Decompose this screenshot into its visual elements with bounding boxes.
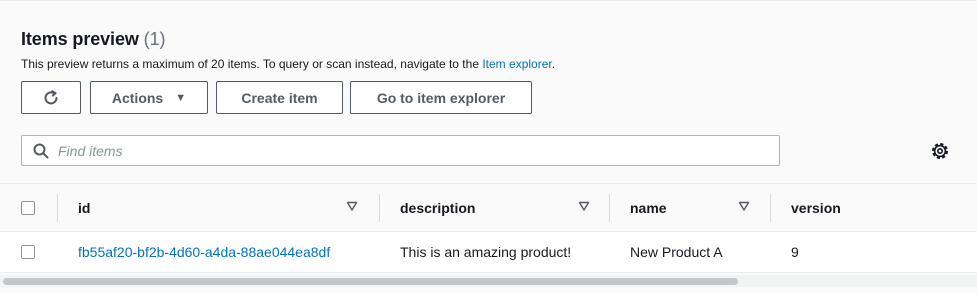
gear-icon[interactable] — [930, 141, 950, 161]
items-preview-header: Items preview (1) — [21, 29, 165, 50]
column-header-version[interactable]: version — [791, 184, 841, 231]
cell-name: New Product A — [630, 244, 723, 260]
horizontal-scrollbar[interactable] — [0, 275, 977, 287]
search-icon — [33, 143, 49, 158]
select-all-checkbox[interactable] — [21, 200, 35, 215]
search-input[interactable] — [58, 142, 738, 159]
scrollbar-thumb[interactable] — [3, 278, 738, 285]
column-divider — [379, 194, 380, 222]
item-id-link[interactable]: fb55af20-bf2b-4d60-a4da-88ae044ea8df — [78, 244, 330, 260]
page-title: Items preview (1) — [21, 29, 165, 49]
cell-description: This is an amazing product! — [400, 244, 572, 260]
description-text: This preview returns a maximum of 20 ite… — [21, 57, 479, 71]
column-header-name[interactable]: name — [630, 184, 667, 231]
table-header-row: id description name version — [0, 183, 977, 232]
refresh-icon — [44, 89, 58, 104]
cell-id: fb55af20-bf2b-4d60-a4da-88ae044ea8df — [78, 232, 330, 272]
search-box — [21, 135, 780, 166]
actions-label: Actions — [111, 89, 164, 106]
title-text: Items preview — [21, 29, 139, 49]
sort-triangle-icon[interactable] — [578, 200, 590, 212]
sort-triangle-icon[interactable] — [738, 200, 750, 212]
column-divider — [57, 194, 58, 222]
cell-version: 9 — [791, 244, 799, 260]
select-all-cell — [21, 184, 35, 231]
row-select-cell — [21, 232, 35, 272]
column-header-id[interactable]: id — [78, 184, 90, 231]
item-explorer-link[interactable]: Item explorer — [482, 57, 551, 71]
items-table: id description name version fb55af20-bf2… — [0, 183, 977, 273]
column-divider — [770, 194, 771, 222]
description-period: . — [551, 57, 556, 71]
create-item-button[interactable]: Create item — [216, 81, 343, 114]
items-preview-panel: Items preview (1) This preview returns a… — [0, 0, 977, 293]
row-checkbox[interactable] — [21, 245, 35, 259]
preview-description: This preview returns a maximum of 20 ite… — [21, 57, 555, 71]
actions-dropdown-button[interactable]: Actions ▼ — [90, 81, 208, 114]
caret-down-icon: ▼ — [175, 91, 187, 104]
refresh-button[interactable] — [21, 81, 81, 114]
column-divider — [609, 194, 610, 222]
item-count: (1) — [143, 29, 166, 49]
go-to-item-explorer-button[interactable]: Go to item explorer — [350, 81, 532, 114]
table-row[interactable]: fb55af20-bf2b-4d60-a4da-88ae044ea8df Thi… — [0, 232, 977, 273]
column-header-description[interactable]: description — [400, 184, 475, 231]
sort-triangle-icon[interactable] — [346, 200, 358, 212]
